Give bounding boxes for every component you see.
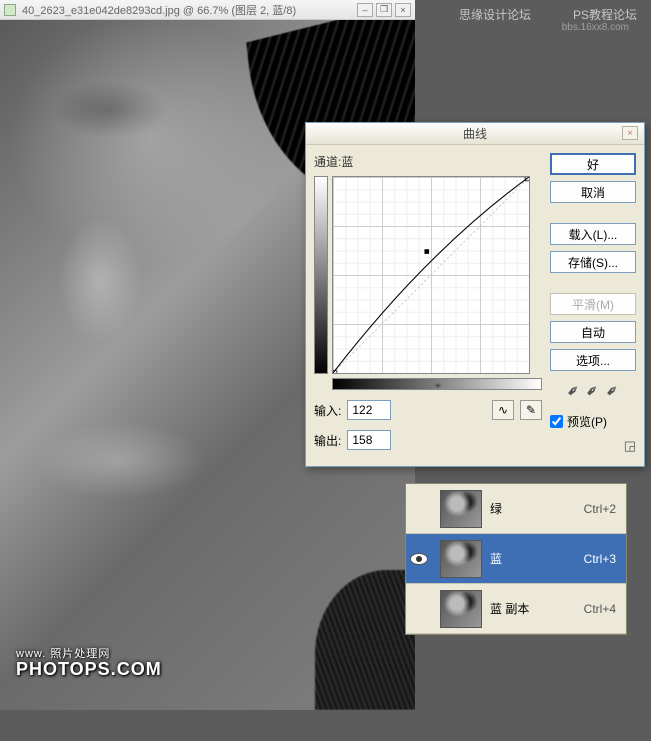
channel-name: 蓝 (490, 550, 584, 567)
dialog-title: 曲线 (463, 125, 487, 142)
options-button[interactable]: 选项... (550, 349, 636, 371)
horizontal-gradient[interactable]: ◂▸ (332, 378, 542, 390)
curve-tool-icon[interactable]: ∿ (492, 400, 514, 420)
header-sub: bbs.16xx8.com (562, 22, 629, 33)
cancel-button[interactable]: 取消 (550, 181, 636, 203)
eyedropper-tools: ✒ ✒ ✒ (550, 381, 636, 401)
channel-shortcut: Ctrl+4 (584, 602, 616, 616)
channel-thumbnail (440, 540, 482, 578)
header-text-2: PS教程论坛 (573, 6, 637, 23)
restore-button[interactable]: ❐ (376, 3, 392, 17)
channel-row-green[interactable]: 绿 Ctrl+2 (406, 484, 626, 534)
curves-dialog: 曲线 × 通道:蓝 (305, 122, 645, 467)
gray-eyedropper-icon[interactable]: ✒ (581, 379, 605, 403)
smooth-button: 平滑(M) (550, 293, 636, 315)
minimize-button[interactable]: – (357, 3, 373, 17)
vertical-gradient (314, 176, 328, 374)
ok-button[interactable]: 好 (550, 153, 636, 175)
dialog-titlebar[interactable]: 曲线 × (306, 123, 644, 145)
header-text-1: 思缘设计论坛 (459, 6, 531, 23)
input-field[interactable] (347, 400, 391, 420)
load-button[interactable]: 载入(L)... (550, 223, 636, 245)
watermark: www. 照片处理网 PHOTOPS.COM (16, 645, 162, 680)
auto-button[interactable]: 自动 (550, 321, 636, 343)
black-eyedropper-icon[interactable]: ✒ (562, 379, 586, 403)
close-icon[interactable]: × (622, 126, 638, 140)
curves-graph[interactable] (332, 176, 530, 374)
save-button[interactable]: 存储(S)... (550, 251, 636, 273)
input-label: 输入: (314, 402, 341, 419)
channel-thumbnail (440, 490, 482, 528)
white-eyedropper-icon[interactable]: ✒ (601, 379, 625, 403)
output-label: 输出: (314, 432, 341, 449)
channel-row-blue-copy[interactable]: 蓝 副本 Ctrl+4 (406, 584, 626, 634)
resize-handle-icon[interactable]: ◲ (624, 438, 636, 454)
channel-name: 蓝 副本 (490, 600, 584, 617)
document-title: 40_2623_e31e042de8293cd.jpg @ 66.7% (图层 … (22, 2, 296, 18)
channel-name: 绿 (490, 500, 584, 517)
output-field[interactable] (347, 430, 391, 450)
document-titlebar: 40_2623_e31e042de8293cd.jpg @ 66.7% (图层 … (0, 0, 415, 20)
preview-checkbox[interactable]: 预览(P) (550, 413, 636, 430)
channels-panel: 绿 Ctrl+2 蓝 Ctrl+3 蓝 副本 Ctrl+4 (405, 483, 627, 635)
visibility-eye-icon[interactable] (410, 553, 428, 565)
channel-selector[interactable]: 通道:蓝 (314, 153, 542, 170)
channel-thumbnail (440, 590, 482, 628)
channel-row-blue[interactable]: 蓝 Ctrl+3 (406, 534, 626, 584)
pencil-tool-icon[interactable]: ✎ (520, 400, 542, 420)
doc-icon (4, 4, 16, 16)
close-doc-button[interactable]: × (395, 3, 411, 17)
channel-shortcut: Ctrl+2 (584, 502, 616, 516)
channel-shortcut: Ctrl+3 (584, 552, 616, 566)
